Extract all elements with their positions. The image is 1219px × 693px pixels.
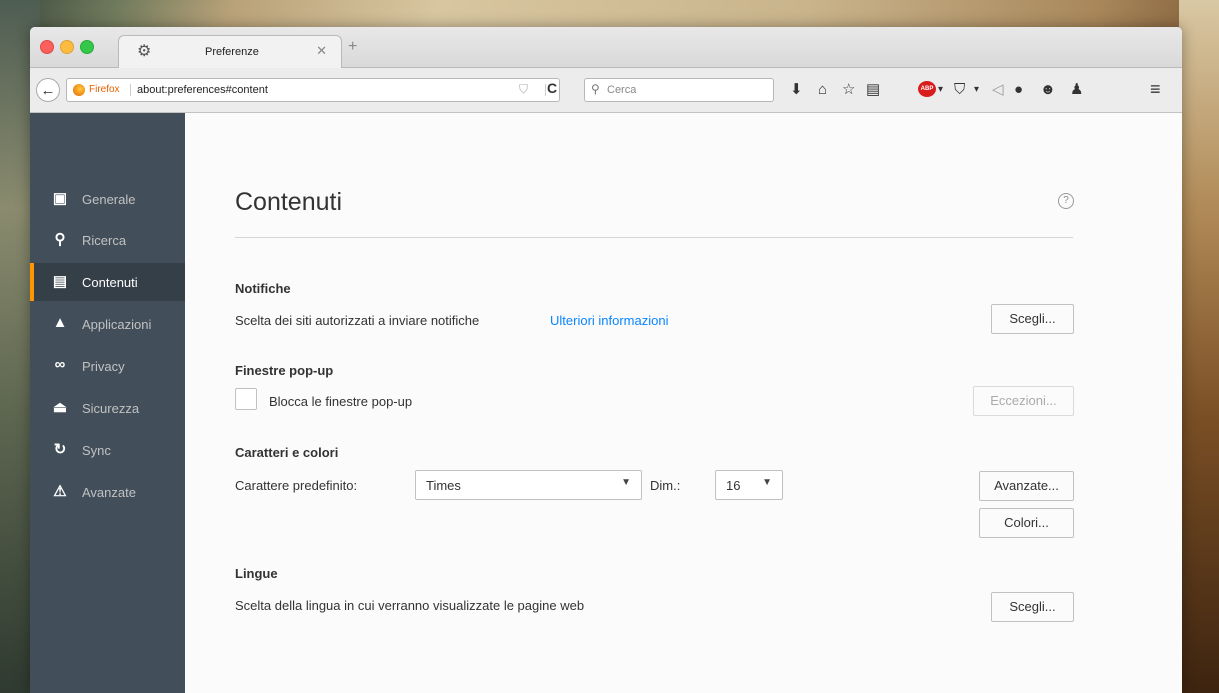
pocket-url-icon[interactable]: ⛉ [519, 82, 528, 97]
tab-title: Preferenze [205, 46, 259, 58]
pocket-icon[interactable]: ⛉ [954, 81, 965, 99]
adblock-dropdown-icon[interactable]: ▾ [938, 81, 943, 99]
title-divider [235, 237, 1073, 238]
extension-icon-1[interactable]: ● [1014, 81, 1023, 99]
notifications-text: Scelta dei siti autorizzati a inviare no… [235, 313, 480, 328]
back-button[interactable]: ← [36, 78, 60, 102]
font-size-label: Dim.: [650, 478, 681, 493]
privacy-mask-icon: ∞ [54, 356, 66, 373]
download-icon[interactable]: ⬇ [790, 81, 803, 99]
url-divider [130, 84, 131, 96]
search-icon: ⚲ [591, 82, 600, 96]
chevron-down-icon: ▼ [621, 477, 631, 488]
title-bar: ⚙ Preferenze ✕ + [30, 27, 1182, 68]
font-size-value: 16 [726, 478, 741, 493]
sidebar-item-ricerca[interactable]: ⚲ Ricerca [30, 221, 185, 259]
sidebar-item-label: Ricerca [82, 233, 127, 248]
sidebar-item-label: Sync [82, 443, 111, 458]
preferences-sidebar: ▣ Generale ⚲ Ricerca ▤ Contenuti ▲ Appli… [30, 113, 185, 693]
maximize-window-button[interactable] [80, 40, 94, 54]
browser-window: ⚙ Preferenze ✕ + ← Firefox about:prefere… [30, 27, 1182, 693]
sidebar-item-label: Privacy [82, 359, 125, 374]
bookmarks-library-icon[interactable]: ▤ [866, 81, 880, 99]
sidebar-item-sicurezza[interactable]: ⏏ Sicurezza [30, 389, 185, 427]
search-placeholder: Cerca [607, 84, 637, 96]
extension-icon-2[interactable]: ☻ [1040, 81, 1056, 99]
languages-choose-button[interactable]: Scegli... [991, 592, 1074, 622]
sidebar-item-generale[interactable]: ▣ Generale [30, 180, 185, 218]
lock-icon: ⏏ [52, 399, 68, 416]
default-font-label: Carattere predefinito: [235, 478, 358, 493]
sidebar-item-label: Contenuti [82, 275, 138, 290]
tab-close-icon[interactable]: ✕ [316, 43, 327, 59]
minimize-window-button[interactable] [60, 40, 74, 54]
fonts-advanced-button[interactable]: Avanzate... [979, 471, 1074, 501]
send-icon[interactable]: ◁ [992, 81, 1004, 99]
default-font-value: Times [426, 478, 461, 493]
home-icon[interactable]: ⌂ [818, 81, 827, 99]
general-icon: ▣ [52, 190, 68, 207]
tab-preferences[interactable]: ⚙ Preferenze ✕ [118, 35, 342, 68]
firefox-logo-icon [73, 84, 85, 96]
chevron-down-icon: ▼ [762, 477, 772, 488]
learn-more-link[interactable]: Ulteriori informazioni [550, 313, 668, 328]
sidebar-item-label: Avanzate [82, 485, 136, 500]
navigation-bar: ← Firefox about:preferences#content ⛉ C … [30, 68, 1182, 113]
menu-icon[interactable]: ≡ [1150, 79, 1161, 100]
block-popups-checkbox[interactable] [235, 388, 257, 410]
sidebar-item-sync[interactable]: ↻ Sync [30, 431, 185, 469]
sidebar-item-label: Generale [82, 192, 136, 207]
identity-label: Firefox [89, 84, 120, 95]
default-font-select[interactable]: Times ▼ [415, 470, 642, 500]
block-popups-label[interactable]: Blocca le finestre pop-up [269, 394, 412, 409]
notifications-heading: Notifiche [235, 281, 291, 296]
content-icon: ▤ [52, 273, 68, 290]
page-title: Contenuti [235, 188, 343, 216]
sidebar-item-contenuti[interactable]: ▤ Contenuti [30, 263, 185, 301]
search-icon: ⚲ [54, 231, 66, 248]
desktop-wallpaper-right [1179, 0, 1219, 693]
search-bar[interactable]: ⚲ Cerca [584, 78, 774, 102]
reload-icon[interactable]: C [547, 80, 557, 96]
adblock-plus-icon[interactable]: ABP [918, 81, 936, 97]
url-separator [545, 84, 546, 96]
sidebar-item-privacy[interactable]: ∞ Privacy [30, 347, 185, 385]
languages-heading: Lingue [235, 566, 278, 581]
gear-icon: ⚙ [137, 43, 152, 60]
font-size-select[interactable]: 16 ▼ [715, 470, 783, 500]
close-window-button[interactable] [40, 40, 54, 54]
url-bar[interactable]: Firefox about:preferences#content ⛉ [66, 78, 560, 102]
applications-icon: ▲ [52, 314, 68, 331]
sidebar-item-label: Applicazioni [82, 317, 152, 332]
sidebar-item-label: Sicurezza [82, 401, 140, 416]
advanced-icon: ⚠ [53, 483, 67, 500]
languages-text: Scelta della lingua in cui verranno visu… [235, 598, 585, 613]
preferences-content: Contenuti ? Notifiche Scelta dei siti au… [185, 113, 1182, 693]
popups-heading: Finestre pop-up [235, 363, 334, 378]
notifications-choose-button[interactable]: Scegli... [991, 304, 1074, 334]
url-text[interactable]: about:preferences#content [137, 84, 268, 96]
popup-exceptions-button[interactable]: Eccezioni... [973, 386, 1074, 416]
sidebar-item-applicazioni[interactable]: ▲ Applicazioni [30, 305, 185, 343]
fonts-heading: Caratteri e colori [235, 445, 339, 460]
extension-icon-3[interactable]: ♟ [1070, 81, 1083, 99]
sync-icon: ↻ [53, 441, 67, 458]
colors-button[interactable]: Colori... [979, 508, 1074, 538]
help-icon[interactable]: ? [1058, 193, 1074, 209]
pocket-dropdown-icon[interactable]: ▾ [974, 81, 979, 99]
new-tab-button[interactable]: + [348, 38, 357, 56]
sidebar-item-avanzate[interactable]: ⚠ Avanzate [30, 473, 185, 511]
bookmark-star-icon[interactable]: ☆ [842, 81, 855, 99]
